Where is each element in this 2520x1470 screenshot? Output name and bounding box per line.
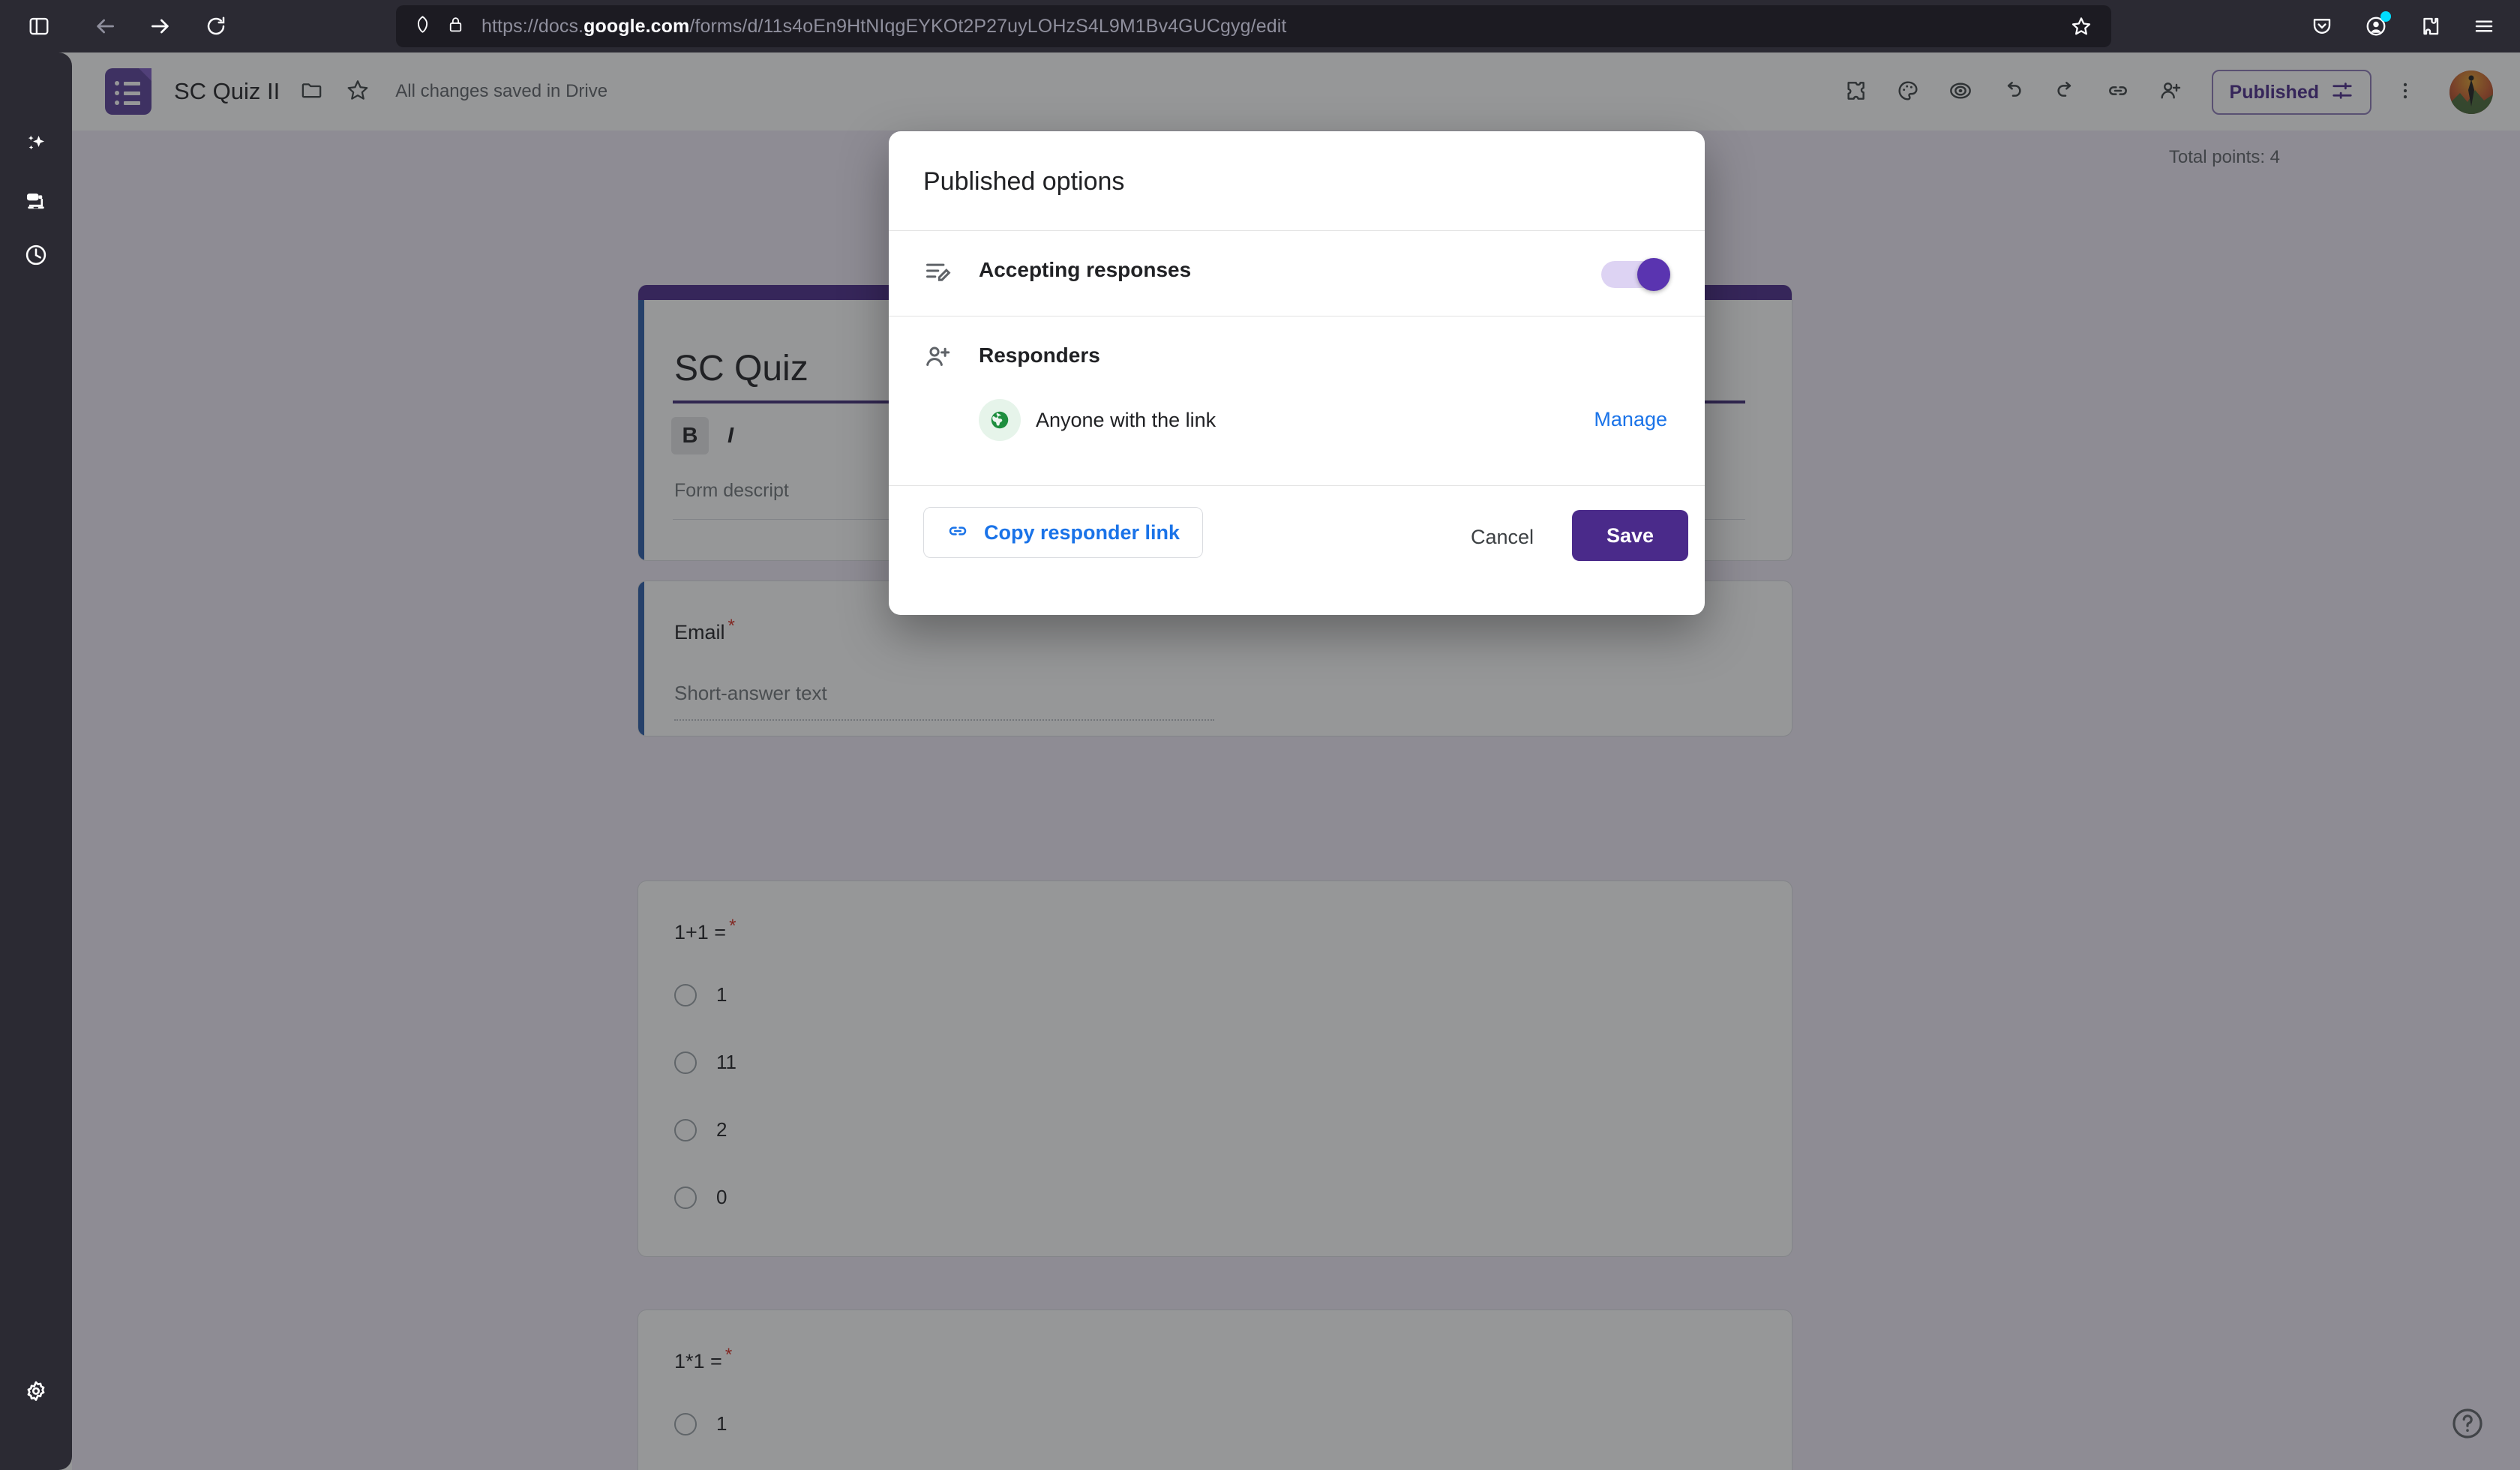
app-rail bbox=[0, 52, 72, 1470]
globe-icon bbox=[979, 399, 1021, 441]
browser-reload-button[interactable] bbox=[192, 2, 240, 50]
sidebar-item-screen-capture[interactable] bbox=[12, 178, 60, 226]
copy-responder-link-label: Copy responder link bbox=[984, 520, 1180, 544]
arrow-left-icon bbox=[93, 14, 117, 38]
responders-section: Responders Anyone with the link Manage bbox=[889, 316, 1705, 485]
extensions-button[interactable] bbox=[2406, 2, 2454, 50]
sidebar-item-settings[interactable] bbox=[12, 1370, 60, 1418]
url-text[interactable]: https://docs.google.com/forms/d/11s4oEn9… bbox=[482, 16, 1286, 38]
browser-toolbar: https://docs.google.com/forms/d/11s4oEn9… bbox=[0, 0, 2520, 52]
sidebar-item-ai-assistant[interactable] bbox=[12, 122, 60, 170]
save-button[interactable]: Save bbox=[1571, 510, 1688, 561]
responses-edit-icon bbox=[923, 256, 952, 289]
accepting-responses-toggle[interactable] bbox=[1601, 258, 1670, 291]
accepting-responses-row: Accepting responses bbox=[889, 231, 1705, 316]
toggle-knob bbox=[1637, 258, 1670, 291]
manage-link[interactable]: Manage bbox=[1594, 408, 1667, 431]
tracking-shield-icon[interactable] bbox=[412, 14, 433, 38]
puzzle-piece-icon bbox=[2419, 15, 2441, 38]
camera-monitor-icon bbox=[23, 188, 49, 218]
published-options-dialog: Published options Accepting responses Re… bbox=[889, 131, 1705, 615]
hamburger-menu-icon bbox=[2473, 15, 2495, 38]
dialog-title: Published options bbox=[923, 167, 1125, 196]
clock-icon bbox=[23, 242, 49, 272]
sidebar-item-history[interactable] bbox=[12, 232, 60, 280]
copy-responder-link-button[interactable]: Copy responder link bbox=[923, 507, 1204, 558]
url-host: google.com bbox=[584, 15, 690, 37]
arrow-right-icon bbox=[148, 14, 172, 38]
dialog-actions: Copy responder link Cancel Save bbox=[889, 486, 1705, 615]
pocket-icon bbox=[2311, 15, 2333, 38]
responder-audience-row: Anyone with the link bbox=[979, 399, 1216, 441]
save-to-pocket-button[interactable] bbox=[2298, 2, 2346, 50]
sidebar-panel-icon bbox=[28, 15, 50, 38]
sidebar-toggle-button[interactable] bbox=[15, 2, 63, 50]
page-content: SC Quiz II All changes saved in Drive Pu… bbox=[0, 52, 2520, 1470]
account-notification-badge bbox=[2380, 11, 2391, 22]
reload-icon bbox=[205, 15, 227, 38]
address-bar[interactable]: https://docs.google.com/forms/d/11s4oEn9… bbox=[396, 5, 2111, 47]
person-add-icon bbox=[923, 343, 952, 375]
browser-toolbar-right bbox=[2298, 2, 2508, 50]
bookmark-star-button[interactable] bbox=[2062, 10, 2101, 43]
sparkle-icon bbox=[23, 131, 49, 160]
url-path: /forms/d/11s4oEn9HtNIqgEYKOt2P27uyLOHzS4… bbox=[689, 15, 1287, 37]
cancel-button[interactable]: Cancel bbox=[1456, 516, 1549, 558]
gear-icon bbox=[23, 1379, 49, 1408]
responder-audience-label: Anyone with the link bbox=[1036, 408, 1216, 431]
link-icon bbox=[946, 520, 969, 546]
lock-icon[interactable] bbox=[446, 15, 465, 38]
app-menu-button[interactable] bbox=[2460, 2, 2508, 50]
accepting-responses-label: Accepting responses bbox=[979, 258, 1192, 281]
url-prefix: https://docs. bbox=[482, 15, 584, 37]
account-button[interactable] bbox=[2352, 2, 2400, 50]
responders-label: Responders bbox=[979, 344, 1100, 367]
browser-back-button[interactable] bbox=[81, 2, 129, 50]
browser-forward-button[interactable] bbox=[136, 2, 184, 50]
